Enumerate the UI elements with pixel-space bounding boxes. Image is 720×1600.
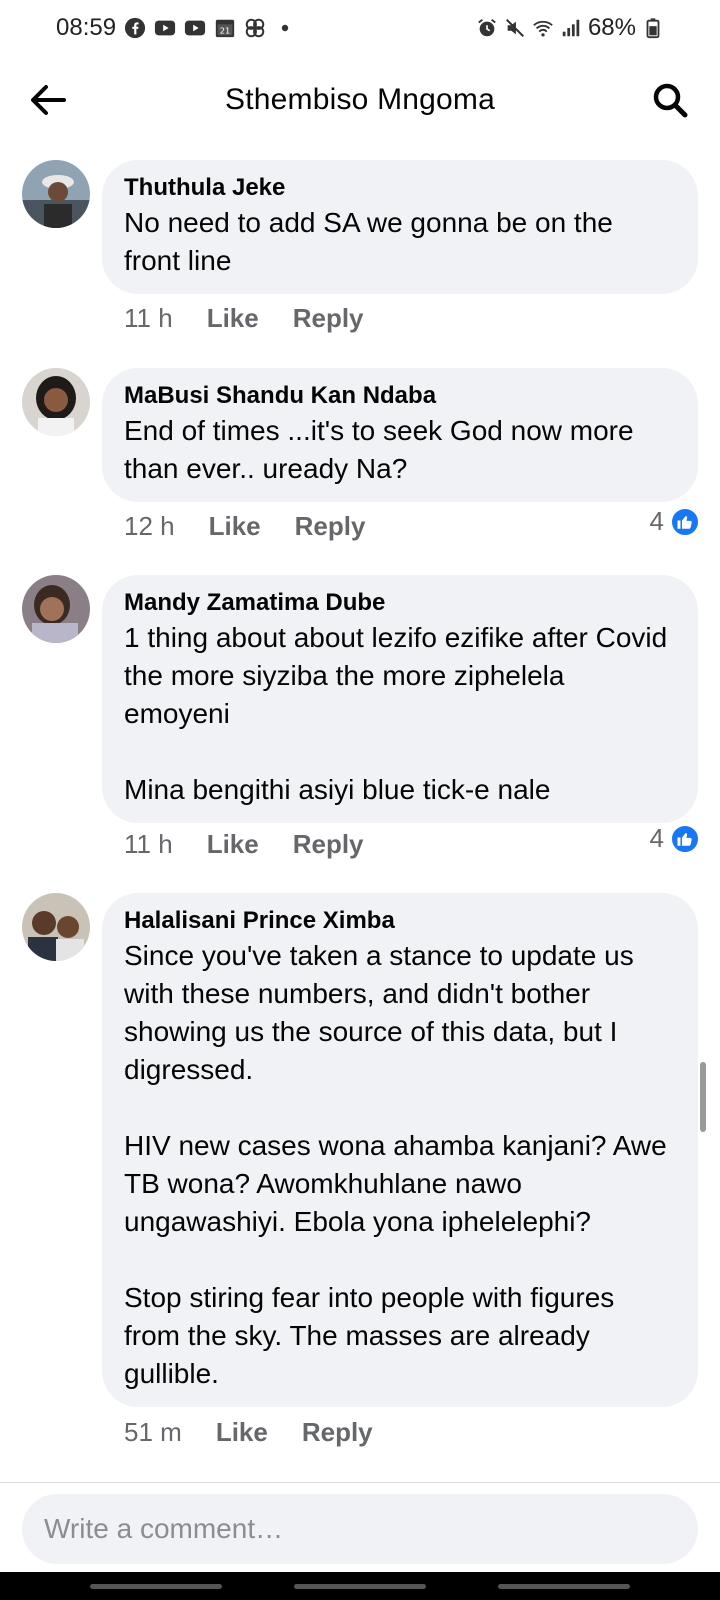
comment-text: Since you've taken a stance to update us… — [124, 940, 667, 1389]
comment-bubble: Thuthula Jeke No need to add SA we gonna… — [102, 160, 698, 294]
like-button[interactable]: Like — [207, 829, 259, 860]
page-title: Sthembiso Mngoma — [225, 83, 495, 116]
comment-actions: 11 h Like Reply — [124, 302, 364, 334]
comment-actions: 12 h Like Reply — [124, 510, 365, 542]
nav-recents-handle[interactable] — [90, 1584, 222, 1589]
nav-home-handle[interactable] — [294, 1584, 426, 1589]
comment-bubble: Halalisani Prince Ximba Since you've tak… — [102, 893, 698, 1407]
pinwheel-icon — [244, 17, 266, 39]
comment-text: No need to add SA we gonna be on the fro… — [124, 207, 613, 276]
scrollbar[interactable] — [700, 1062, 706, 1132]
reaction-summary[interactable]: 4 — [650, 506, 700, 537]
comment-author[interactable]: MaBusi Shandu Kan Ndaba — [124, 380, 676, 412]
facebook-icon — [124, 17, 146, 39]
comment-text: 1 thing about about lezifo ezifike after… — [124, 622, 668, 805]
status-time: 08:59 — [56, 14, 117, 41]
nav-back-handle[interactable] — [498, 1584, 630, 1589]
avatar[interactable] — [22, 160, 90, 228]
thumbs-up-icon — [670, 823, 700, 854]
arrow-left-icon — [31, 85, 66, 115]
comment-author[interactable]: Halalisani Prince Ximba — [124, 905, 676, 937]
battery-percent: 68% — [587, 14, 636, 41]
search-button[interactable] — [648, 78, 692, 122]
reaction-count: 4 — [649, 823, 664, 853]
comment-time[interactable]: 12 h — [124, 511, 175, 542]
page-header: Sthembiso Mngoma — [0, 60, 720, 140]
system-nav-bar — [0, 1572, 720, 1600]
battery-icon — [642, 17, 664, 39]
wifi-icon — [532, 17, 554, 39]
youtube-icon — [184, 17, 206, 39]
reply-button[interactable]: Reply — [293, 829, 364, 860]
status-bar: 08:59 21 68% — [0, 0, 720, 56]
comment-author[interactable]: Thuthula Jeke — [124, 172, 676, 204]
youtube-icon — [154, 17, 176, 39]
reply-button[interactable]: Reply — [302, 1417, 373, 1448]
search-icon — [653, 83, 688, 118]
mute-icon — [504, 17, 526, 39]
like-button[interactable]: Like — [207, 303, 259, 334]
reply-button[interactable]: Reply — [295, 511, 366, 542]
comment-author[interactable]: Mandy Zamatima Dube — [124, 587, 676, 619]
comment-text: End of times ...it's to seek God now mor… — [124, 415, 634, 484]
reply-button[interactable]: Reply — [293, 303, 364, 334]
avatar[interactable] — [22, 368, 90, 436]
reaction-summary[interactable]: 4 — [650, 823, 700, 854]
avatar[interactable] — [22, 893, 90, 961]
svg-text:21: 21 — [220, 26, 231, 36]
reaction-count: 4 — [649, 506, 664, 536]
comment-actions: 11 h Like Reply — [124, 828, 364, 860]
like-button[interactable]: Like — [209, 511, 261, 542]
alarm-icon — [476, 17, 498, 39]
comment-input[interactable] — [44, 1513, 676, 1545]
comment-time[interactable]: 51 m — [124, 1417, 182, 1448]
thumbs-up-icon — [670, 506, 700, 537]
dot-icon — [274, 17, 296, 39]
composer-divider — [0, 1482, 720, 1483]
comment-bubble: Mandy Zamatima Dube 1 thing about about … — [102, 575, 698, 823]
comment-composer[interactable] — [22, 1494, 698, 1564]
comment-time[interactable]: 11 h — [124, 303, 173, 334]
status-left: 08:59 21 — [56, 14, 296, 42]
comment-actions: 51 m Like Reply — [124, 1416, 373, 1448]
avatar[interactable] — [22, 575, 90, 643]
back-button[interactable] — [26, 78, 70, 122]
comment-bubble: MaBusi Shandu Kan Ndaba End of times ...… — [102, 368, 698, 502]
status-right: 68% — [476, 14, 664, 42]
comment-time[interactable]: 11 h — [124, 829, 173, 860]
calendar-icon: 21 — [214, 17, 236, 39]
signal-icon — [560, 17, 582, 39]
like-button[interactable]: Like — [216, 1417, 268, 1448]
